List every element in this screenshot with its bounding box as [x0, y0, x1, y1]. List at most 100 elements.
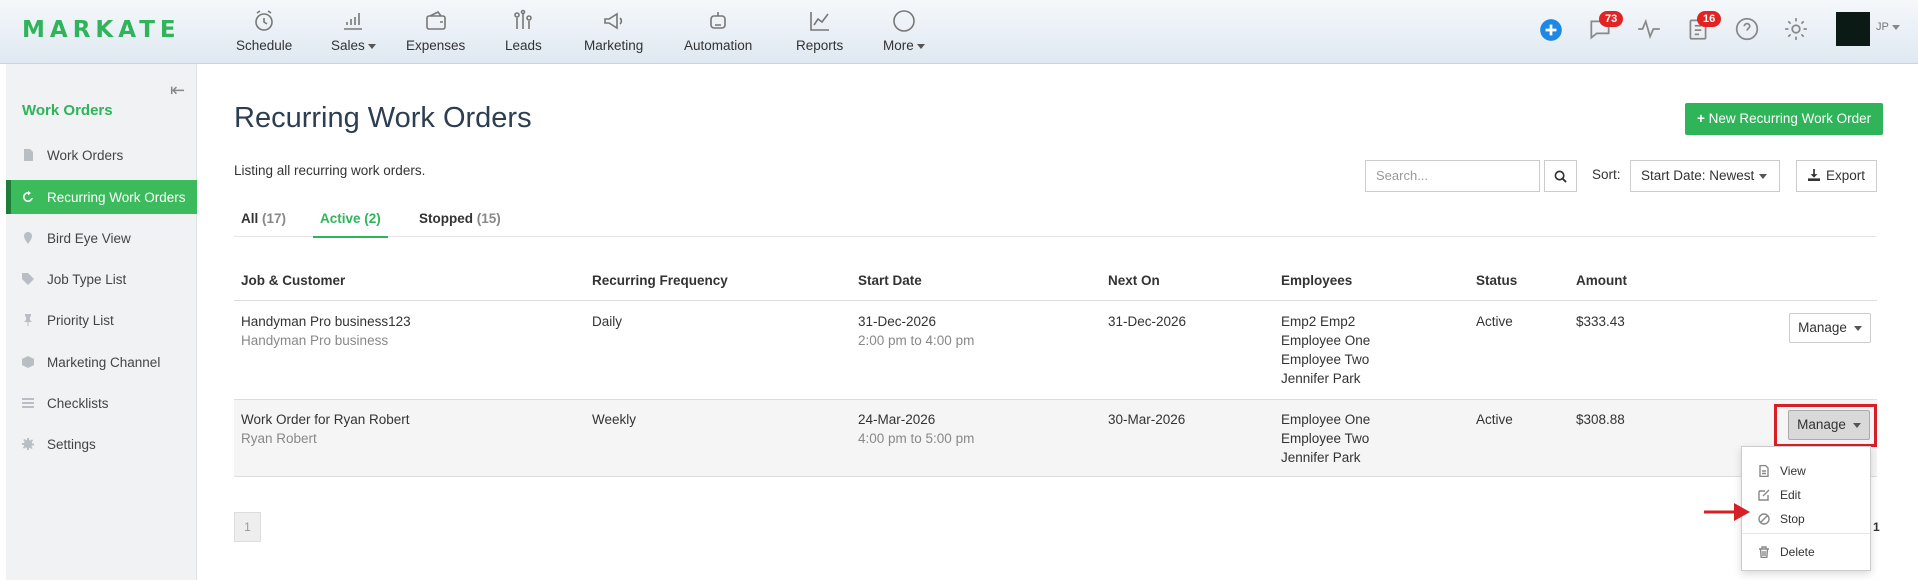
brand-logo[interactable]: MARKATE — [22, 17, 181, 43]
nav-expenses[interactable]: Expenses — [406, 9, 465, 53]
manage-button[interactable]: Manage — [1789, 313, 1871, 343]
tasks-button[interactable]: 16 — [1685, 11, 1722, 42]
search-icon — [1554, 170, 1567, 183]
nav-label: Reports — [796, 38, 844, 53]
document-icon — [1758, 464, 1770, 478]
sort-value: Start Date: Newest — [1641, 168, 1755, 183]
menu-item-edit[interactable]: Edit — [1742, 484, 1870, 506]
sidebar-title: Work Orders — [22, 102, 113, 119]
messages-button[interactable]: 73 — [1587, 11, 1624, 42]
sidebar-item-job-type-list[interactable]: Job Type List — [6, 262, 197, 296]
menu-divider — [1742, 533, 1870, 534]
menu-item-label: View — [1780, 464, 1806, 478]
pushpin-icon — [22, 314, 34, 326]
sidebar-item-priority-list[interactable]: Priority List — [6, 303, 197, 337]
column-header-status: Status — [1476, 273, 1518, 288]
quick-add-button[interactable] — [1538, 17, 1564, 43]
megaphone-icon — [584, 9, 643, 35]
settings-button[interactable] — [1783, 16, 1809, 42]
alarm-clock-icon — [236, 9, 292, 35]
nav-schedule[interactable]: Schedule — [236, 9, 292, 53]
menu-item-delete[interactable]: Delete — [1742, 541, 1870, 563]
tab-all[interactable]: All (17) — [241, 211, 286, 236]
plus-icon: + — [1697, 111, 1709, 126]
status-cell: Active — [1476, 314, 1513, 329]
job-customer-cell: Work Order for Ryan Robert Ryan Robert — [241, 410, 410, 448]
activity-button[interactable] — [1636, 16, 1662, 42]
menu-item-stop[interactable]: Stop — [1742, 508, 1870, 530]
tasks-badge: 16 — [1697, 11, 1722, 27]
export-button[interactable]: Export — [1796, 160, 1877, 192]
user-menu[interactable]: JP — [1876, 21, 1900, 33]
frequency-cell: Weekly — [592, 412, 637, 427]
chevron-down-icon — [916, 43, 925, 49]
next-on-cell: 31-Dec-2026 — [1108, 314, 1187, 329]
sidebar-item-recurring-work-orders[interactable]: Recurring Work Orders — [6, 180, 197, 214]
tab-label: All — [241, 211, 259, 226]
highlight-box — [1774, 404, 1877, 447]
nav-automation[interactable]: Automation — [684, 9, 752, 53]
pagination-page-button[interactable]: 1 — [234, 512, 261, 542]
next-on-cell: 30-Mar-2026 — [1108, 412, 1186, 427]
job-title[interactable]: Work Order for Ryan Robert — [241, 410, 410, 429]
nav-marketing[interactable]: Marketing — [584, 9, 643, 53]
sidebar: ⇤ Work Orders Work Orders Recurring Work… — [6, 64, 197, 580]
tag-icon — [22, 273, 34, 285]
amount-cell: $308.88 — [1576, 412, 1625, 427]
document-icon — [22, 149, 34, 161]
top-navbar: MARKATE Schedule Sales Expenses Leads Ma… — [0, 0, 1918, 64]
tab-active[interactable]: Active (2) — [313, 211, 388, 238]
gear-icon — [1785, 18, 1807, 40]
nav-more[interactable]: More — [883, 9, 925, 53]
search-input[interactable]: Search... — [1365, 160, 1540, 192]
sort-select[interactable]: Start Date: Newest — [1630, 160, 1780, 192]
job-title[interactable]: Handyman Pro business123 — [241, 312, 411, 331]
help-button[interactable] — [1734, 16, 1760, 42]
chevron-down-icon — [367, 43, 376, 49]
column-header-next-on: Next On — [1108, 273, 1160, 288]
list-icon — [22, 397, 34, 409]
sidebar-item-work-orders[interactable]: Work Orders — [6, 138, 197, 172]
search-button[interactable] — [1544, 160, 1577, 192]
new-recurring-work-order-button[interactable]: + New Recurring Work Order — [1685, 103, 1884, 135]
sidebar-item-settings[interactable]: Settings — [6, 427, 197, 461]
collapse-sidebar-icon[interactable]: ⇤ — [170, 80, 185, 101]
sidebar-item-checklists[interactable]: Checklists — [6, 386, 197, 420]
nav-leads[interactable]: Leads — [505, 9, 542, 53]
map-pin-icon — [22, 232, 34, 244]
table-row-highlighted-bg — [234, 400, 1877, 476]
employee-name: Employee One — [1281, 412, 1371, 427]
employee-name: Jennifer Park — [1281, 371, 1361, 386]
sidebar-item-marketing-channel[interactable]: Marketing Channel — [6, 345, 197, 379]
start-time: 2:00 pm to 4:00 pm — [858, 333, 975, 348]
ellipsis-circle-icon — [883, 9, 925, 35]
nav-label: Expenses — [406, 38, 466, 53]
column-header-amount: Amount — [1576, 273, 1627, 288]
cubes-icon — [22, 356, 34, 368]
messages-badge: 73 — [1599, 11, 1624, 27]
column-header-frequency: Recurring Frequency — [592, 273, 728, 288]
avatar[interactable] — [1836, 12, 1870, 46]
tab-count: (2) — [364, 211, 381, 226]
nav-label: Automation — [684, 38, 753, 53]
manage-dropdown-menu: View Edit Stop Delete — [1741, 446, 1871, 571]
sidebar-item-bird-eye-view[interactable]: Bird Eye View — [6, 221, 197, 255]
page-title: Recurring Work Orders — [234, 102, 532, 134]
plus-circle-icon — [1540, 19, 1562, 41]
nav-label: Schedule — [236, 38, 293, 53]
nav-reports[interactable]: Reports — [796, 9, 843, 53]
amount-cell: $333.43 — [1576, 314, 1625, 329]
frequency-cell: Daily — [592, 314, 623, 329]
refresh-icon — [22, 191, 34, 203]
sidebar-item-label: Checklists — [47, 395, 109, 411]
customer-name: Ryan Robert — [241, 431, 317, 446]
chart-hand-icon — [331, 9, 376, 35]
status-cell: Active — [1476, 412, 1513, 427]
customer-name: Handyman Pro business — [241, 333, 389, 348]
menu-item-view[interactable]: View — [1742, 460, 1870, 482]
nav-sales[interactable]: Sales — [331, 9, 376, 53]
pagination-edge[interactable]: 1 — [1873, 520, 1880, 534]
sidebar-item-label: Work Orders — [47, 147, 124, 163]
sidebar-item-label: Bird Eye View — [47, 230, 131, 246]
tab-stopped[interactable]: Stopped (15) — [419, 211, 501, 236]
